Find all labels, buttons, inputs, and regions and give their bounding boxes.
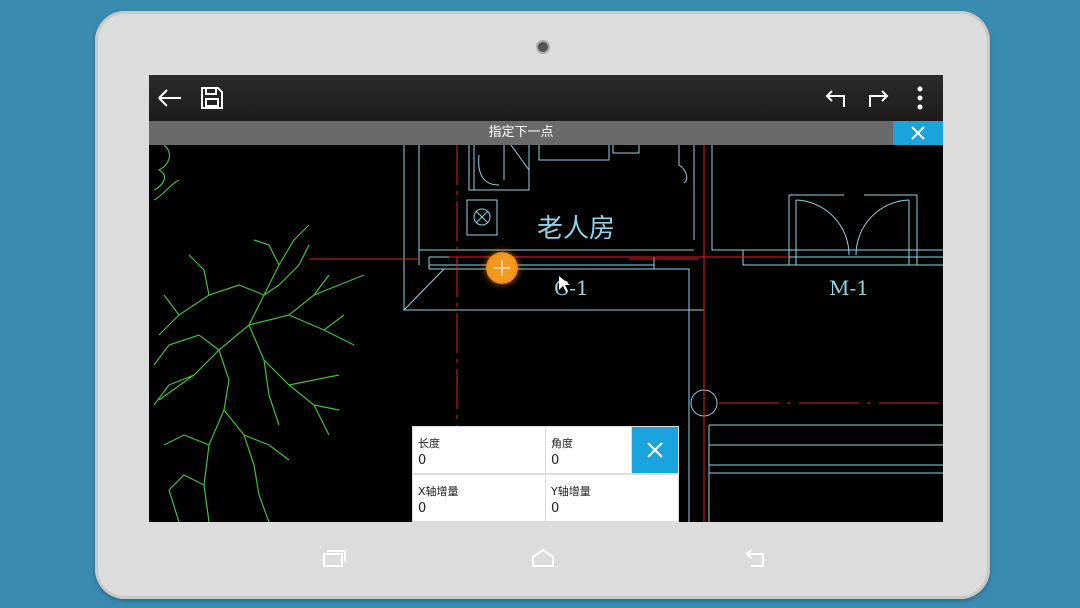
recent-apps-button[interactable] xyxy=(319,546,349,570)
angle-value[interactable]: 0 xyxy=(551,453,559,468)
length-label: 长度 xyxy=(418,437,440,450)
command-prompt-bar: 指定下一点 xyxy=(149,121,943,145)
angle-label: 角度 xyxy=(551,437,573,450)
top-toolbar xyxy=(149,75,943,121)
redo-icon[interactable] xyxy=(862,82,894,114)
tablet-frame: 指定下一点 老人房 C-1 M-1 长度 0 角度 0 X轴增量 0 Y轴增量 … xyxy=(95,11,990,599)
door-label: M-1 xyxy=(829,276,869,300)
save-icon[interactable] xyxy=(196,82,228,114)
y-increment-value[interactable]: 0 xyxy=(551,501,559,516)
length-field[interactable]: 长度 0 xyxy=(413,427,545,473)
back-arrow-icon[interactable] xyxy=(154,82,186,114)
recent-apps-icon xyxy=(323,550,346,567)
more-vertical-icon[interactable] xyxy=(904,82,936,114)
x-increment-field[interactable]: X轴增量 0 xyxy=(413,475,545,521)
crosshair-icon xyxy=(494,260,510,276)
length-value[interactable]: 0 xyxy=(418,453,426,468)
coordinate-input-panel: 长度 0 角度 0 X轴增量 0 Y轴增量 0 xyxy=(412,426,679,522)
input-panel-close-button[interactable] xyxy=(632,427,678,473)
prompt-text: 指定下一点 xyxy=(488,125,554,140)
back-button[interactable] xyxy=(741,546,771,570)
y-increment-field[interactable]: Y轴增量 0 xyxy=(546,475,678,521)
close-icon xyxy=(911,126,925,140)
drawing-cursor[interactable] xyxy=(486,252,518,284)
tree-shrub-lines xyxy=(153,145,365,522)
x-increment-value[interactable]: 0 xyxy=(418,501,426,516)
home-button[interactable] xyxy=(528,546,558,570)
x-increment-label: X轴增量 xyxy=(418,485,459,498)
back-nav-icon xyxy=(745,549,764,567)
room-label: 老人房 xyxy=(537,214,615,244)
undo-icon[interactable] xyxy=(820,82,852,114)
prompt-close-button[interactable] xyxy=(893,121,943,145)
app-screen: 指定下一点 老人房 C-1 M-1 长度 0 角度 0 X轴增量 0 Y轴增量 … xyxy=(149,75,943,522)
home-icon xyxy=(532,548,554,567)
camera xyxy=(536,40,550,54)
y-increment-label: Y轴增量 xyxy=(551,485,591,498)
close-icon xyxy=(647,442,663,458)
angle-field[interactable]: 角度 0 xyxy=(546,427,631,473)
